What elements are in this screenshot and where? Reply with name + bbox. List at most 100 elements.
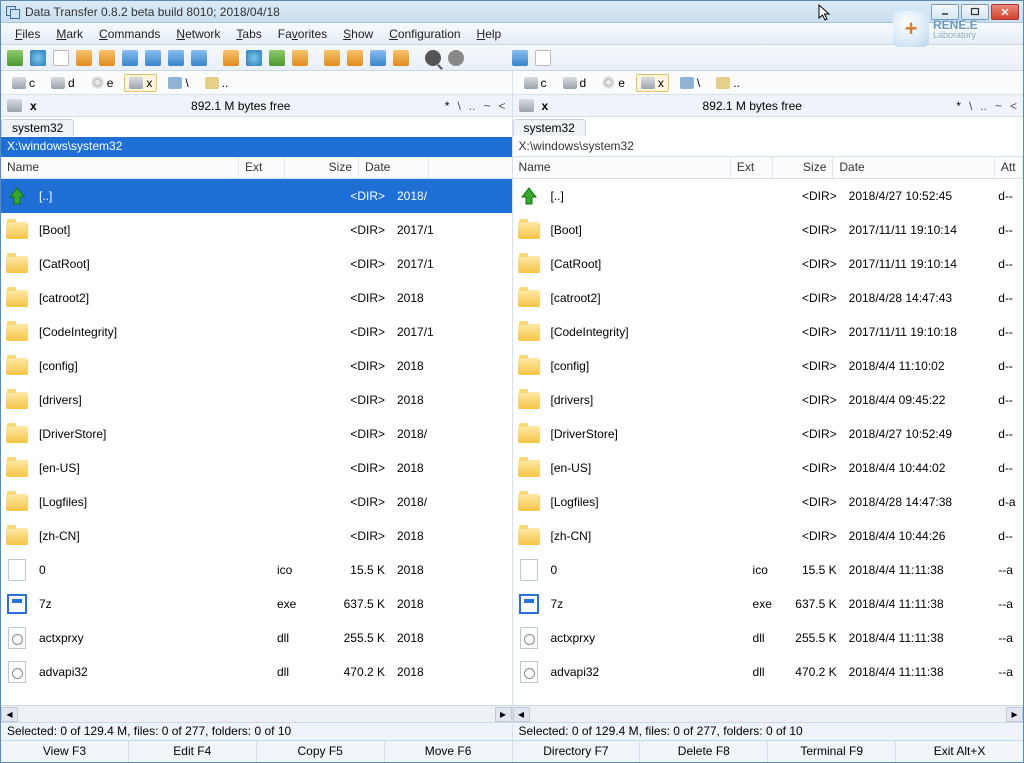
- drive-e-button[interactable]: e: [86, 74, 119, 92]
- fnkey-directory[interactable]: Directory F7: [513, 741, 641, 762]
- file-row[interactable]: [catroot2]<DIR>2018: [1, 281, 512, 315]
- file-row[interactable]: [drivers]<DIR>2018: [1, 383, 512, 417]
- drive-d-button[interactable]: d: [46, 74, 80, 92]
- file-row[interactable]: [en-US]<DIR>2018/4/4 10:44:02d--: [513, 451, 1024, 485]
- menu-tabs[interactable]: Tabs: [228, 25, 269, 43]
- toolbar-world-icon[interactable]: [28, 48, 48, 68]
- toolbar-orange-icon[interactable]: [391, 48, 411, 68]
- col-size[interactable]: Size: [773, 157, 833, 178]
- file-row[interactable]: [CatRoot]<DIR>2017/11/11 19:10:14d--: [513, 247, 1024, 281]
- scroll-right-icon[interactable]: ▸: [495, 707, 512, 722]
- right-drive-letter[interactable]: x: [542, 99, 549, 113]
- file-row[interactable]: actxprxydll255.5 K2018: [1, 621, 512, 655]
- drive-e-button[interactable]: e: [597, 74, 630, 92]
- toolbar-blue-icon[interactable]: [510, 48, 530, 68]
- drive-c-button[interactable]: c: [7, 74, 40, 92]
- toolbar-blue-icon[interactable]: [143, 48, 163, 68]
- nav-..-button[interactable]: ..: [980, 99, 987, 113]
- nav-\-button[interactable]: \: [969, 99, 972, 113]
- drive-c-button[interactable]: c: [519, 74, 552, 92]
- file-row[interactable]: [DriverStore]<DIR>2018/: [1, 417, 512, 451]
- right-tab[interactable]: system32: [513, 119, 586, 136]
- menu-favorites[interactable]: Favorites: [270, 25, 335, 43]
- file-row[interactable]: advapi32dll470.2 K2018: [1, 655, 512, 689]
- close-button[interactable]: [991, 4, 1019, 20]
- left-hscroll[interactable]: ◂▸: [1, 705, 512, 722]
- left-star[interactable]: *: [445, 99, 450, 113]
- drive-x-button[interactable]: x: [124, 74, 157, 92]
- file-row[interactable]: [..]<DIR>2018/: [1, 179, 512, 213]
- nav-~-button[interactable]: ~: [995, 99, 1002, 113]
- file-row[interactable]: [Logfiles]<DIR>2018/: [1, 485, 512, 519]
- toolbar-blue-icon[interactable]: [368, 48, 388, 68]
- maximize-button[interactable]: [961, 4, 989, 20]
- toolbar-orange-icon[interactable]: [97, 48, 117, 68]
- file-row[interactable]: [drivers]<DIR>2018/4/4 09:45:22d--: [513, 383, 1024, 417]
- nav-\-button[interactable]: \: [457, 99, 460, 113]
- right-star[interactable]: *: [956, 99, 961, 113]
- toolbar-file-icon[interactable]: [51, 48, 71, 68]
- fnkey-view[interactable]: View F3: [1, 741, 129, 762]
- scroll-left-icon[interactable]: ◂: [513, 707, 530, 722]
- titlebar[interactable]: Data Transfer 0.8.2 beta build 8010; 201…: [1, 1, 1023, 23]
- file-row[interactable]: 0ico15.5 K2018/4/4 11:11:38--a: [513, 553, 1024, 587]
- nav-<-button[interactable]: <: [1010, 99, 1017, 113]
- file-row[interactable]: 7zexe637.5 K2018/4/4 11:11:38--a: [513, 587, 1024, 621]
- file-row[interactable]: [config]<DIR>2018/4/4 11:10:02d--: [513, 349, 1024, 383]
- file-row[interactable]: [CodeIntegrity]<DIR>2017/11/11 19:10:18d…: [513, 315, 1024, 349]
- file-row[interactable]: [Boot]<DIR>2017/1: [1, 213, 512, 247]
- drive-..-button[interactable]: ..: [200, 74, 234, 92]
- file-row[interactable]: [Logfiles]<DIR>2018/4/28 14:47:38d-a: [513, 485, 1024, 519]
- menu-mark[interactable]: Mark: [48, 25, 91, 43]
- menu-help[interactable]: Help: [469, 25, 510, 43]
- file-row[interactable]: [CodeIntegrity]<DIR>2017/1: [1, 315, 512, 349]
- fnkey-copy[interactable]: Copy F5: [257, 741, 385, 762]
- toolbar-file-icon[interactable]: [533, 48, 553, 68]
- file-row[interactable]: 7zexe637.5 K2018: [1, 587, 512, 621]
- fnkey-move[interactable]: Move F6: [385, 741, 513, 762]
- col-attr[interactable]: Att: [995, 157, 1023, 178]
- file-row[interactable]: actxprxydll255.5 K2018/4/4 11:11:38--a: [513, 621, 1024, 655]
- nav-~-button[interactable]: ~: [483, 99, 490, 113]
- toolbar-blue-icon[interactable]: [166, 48, 186, 68]
- left-drive-letter[interactable]: x: [30, 99, 37, 113]
- toolbar-drive-icon[interactable]: [478, 48, 498, 68]
- col-name[interactable]: Name: [513, 157, 731, 178]
- menu-network[interactable]: Network: [168, 25, 228, 43]
- file-row[interactable]: [CatRoot]<DIR>2017/1: [1, 247, 512, 281]
- toolbar-blue-icon[interactable]: [189, 48, 209, 68]
- drive-x-button[interactable]: x: [636, 74, 669, 92]
- file-row[interactable]: [Boot]<DIR>2017/11/11 19:10:14d--: [513, 213, 1024, 247]
- file-row[interactable]: [zh-CN]<DIR>2018/4/4 10:44:26d--: [513, 519, 1024, 553]
- right-filelist[interactable]: [..]<DIR>2018/4/27 10:52:45d--[Boot]<DIR…: [513, 179, 1024, 705]
- col-ext[interactable]: Ext: [731, 157, 773, 178]
- fnkey-terminal[interactable]: Terminal F9: [768, 741, 896, 762]
- file-row[interactable]: [catroot2]<DIR>2018/4/28 14:47:43d--: [513, 281, 1024, 315]
- file-row[interactable]: [DriverStore]<DIR>2018/4/27 10:52:49d--: [513, 417, 1024, 451]
- nav-<-button[interactable]: <: [498, 99, 505, 113]
- fnkey-delete[interactable]: Delete F8: [640, 741, 768, 762]
- file-row[interactable]: 0ico15.5 K2018: [1, 553, 512, 587]
- col-name[interactable]: Name: [1, 157, 239, 178]
- fnkey-edit[interactable]: Edit F4: [129, 741, 257, 762]
- fnkey-exit[interactable]: Exit Alt+X: [896, 741, 1023, 762]
- left-filelist[interactable]: [..]<DIR>2018/[Boot]<DIR>2017/1[CatRoot]…: [1, 179, 512, 705]
- drive-..-button[interactable]: ..: [711, 74, 745, 92]
- left-path[interactable]: X:\windows\system32: [1, 137, 512, 157]
- col-date[interactable]: Date: [833, 157, 995, 178]
- toolbar-find-icon[interactable]: [423, 48, 443, 68]
- toolbar-orange-icon[interactable]: [290, 48, 310, 68]
- file-row[interactable]: [zh-CN]<DIR>2018: [1, 519, 512, 553]
- toolbar-refresh-icon[interactable]: [267, 48, 287, 68]
- toolbar-orange-icon[interactable]: [74, 48, 94, 68]
- left-tab[interactable]: system32: [1, 119, 74, 136]
- toolbar-world-icon[interactable]: [244, 48, 264, 68]
- drive-\-button[interactable]: \: [163, 74, 193, 92]
- menu-configuration[interactable]: Configuration: [381, 25, 468, 43]
- col-date[interactable]: Date: [359, 157, 429, 178]
- file-row[interactable]: [en-US]<DIR>2018: [1, 451, 512, 485]
- menu-files[interactable]: Files: [7, 25, 48, 43]
- drive-\-button[interactable]: \: [675, 74, 705, 92]
- toolbar-refresh-icon[interactable]: [5, 48, 25, 68]
- menu-show[interactable]: Show: [335, 25, 381, 43]
